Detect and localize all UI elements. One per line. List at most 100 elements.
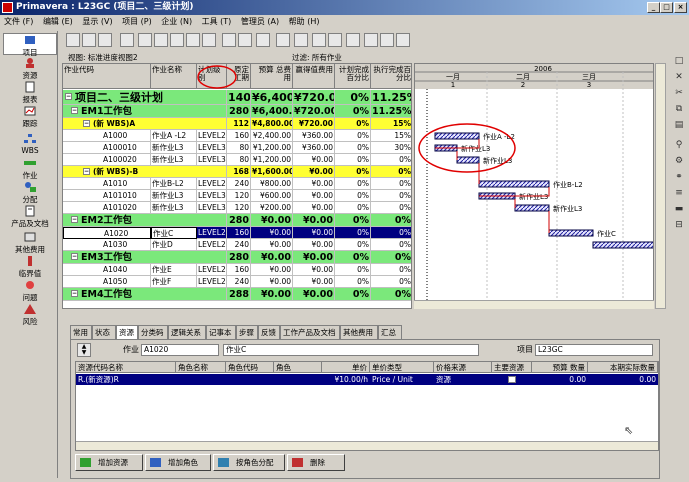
cell-code[interactable]: EM4工作包 [63, 288, 227, 301]
menu-project[interactable]: 项目 (P) [122, 17, 152, 26]
collapse-icon[interactable]: − [71, 107, 78, 114]
wbs-row[interactable]: (新 WBS)A 112 ¥4,800.00 ¥720.00 0% 15% − [63, 118, 411, 130]
cell-earned[interactable]: ¥0.00 [293, 251, 335, 264]
scale-icon[interactable] [202, 33, 216, 47]
sidebar-item-activity[interactable]: 作业 [3, 157, 57, 180]
cell-dur[interactable]: 280 [227, 251, 251, 264]
table-row[interactable]: A101020 新作业L3 LEVEL3 120 ¥200.00 ¥0.00 0% 0% [63, 202, 411, 214]
tab-10[interactable]: 汇总 [378, 325, 402, 339]
table-icon[interactable] [82, 33, 96, 47]
cell-done[interactable]: 0% [371, 178, 411, 190]
cell-dur[interactable]: 160 [227, 264, 251, 276]
cell-done[interactable]: 0% [371, 190, 411, 202]
res-row-actual[interactable]: 0.00 [588, 374, 658, 385]
cell-dur[interactable]: 160 [227, 130, 251, 142]
cell-earned[interactable]: ¥0.00 [293, 276, 335, 288]
cell-name[interactable]: 作业F [151, 276, 197, 288]
sidebar-item-resource[interactable]: 资源 [3, 57, 57, 80]
collapse-icon[interactable]: − [71, 290, 78, 297]
cell-earned[interactable]: ¥0.00 [293, 166, 335, 178]
cell-done[interactable]: 30% [371, 142, 411, 154]
res-col-role-name[interactable]: 角色名称 [176, 362, 226, 373]
cell-earned[interactable]: ¥0.00 [293, 190, 335, 202]
resource-horizontal-scrollbar[interactable] [76, 441, 658, 450]
vertical-scrollbar[interactable] [655, 63, 666, 309]
table-row[interactable]: A1000 作业A -L2 LEVEL2 160 ¥2,400.00 ¥360.00 0% 1… [63, 130, 411, 142]
primary-checkbox[interactable] [508, 376, 516, 383]
schedule-icon[interactable] [312, 33, 326, 47]
cell-dur[interactable]: 240 [227, 239, 251, 251]
cell-budget[interactable]: ¥600.00 [251, 190, 293, 202]
cell-earned[interactable]: ¥0.00 [293, 214, 335, 227]
cell-plan[interactable]: 0% [335, 90, 371, 105]
col-header-name[interactable]: 作业名称 [151, 64, 197, 89]
cell-code[interactable]: A1030 [63, 239, 151, 251]
cell-budget[interactable]: ¥1,200.00 [251, 154, 293, 166]
menu-tools[interactable]: 工具 (T) [202, 17, 232, 26]
cell-plan[interactable]: 0% [335, 264, 371, 276]
collapse-icon[interactable]: − [71, 216, 78, 223]
wbs-row[interactable]: EM1工作包280¥6,400.00¥720.000%11.25% − [63, 105, 411, 118]
gantt-bar[interactable] [478, 180, 550, 188]
tab-1[interactable]: 状态 [92, 325, 116, 339]
res-row-price-type[interactable]: Price / Unit [370, 374, 434, 385]
cell-budget[interactable]: ¥6,400.00 [251, 90, 293, 105]
cell-plan[interactable]: 0% [335, 130, 371, 142]
cell-plan[interactable]: 0% [335, 288, 371, 301]
cell-code[interactable]: A1050 [63, 276, 151, 288]
res-row-source[interactable]: 资源 [434, 374, 492, 385]
cell-level[interactable]: LEVEL3 [197, 142, 227, 154]
tab-8[interactable]: 工作产品及文档 [280, 325, 340, 339]
cell-budget[interactable]: ¥6,400.00 [251, 105, 293, 118]
cell-level[interactable]: LEVEL2 [197, 178, 227, 190]
collapse-icon[interactable]: − [71, 253, 78, 260]
cell-budget[interactable]: ¥0.00 [251, 264, 293, 276]
res-row-price[interactable]: ¥10.00/h [322, 374, 370, 385]
level-icon[interactable] [328, 33, 342, 47]
cell-plan[interactable]: 0% [335, 166, 371, 178]
cell-level[interactable]: LEVEL2 [197, 130, 227, 142]
cell-name[interactable]: 作业B-L2 [151, 178, 197, 190]
cell-budget[interactable]: ¥0.00 [251, 214, 293, 227]
collapse-icon[interactable]: − [83, 168, 90, 175]
dissolve-icon[interactable]: ▬ [673, 204, 685, 214]
table-row[interactable]: A1010 作业B-L2 LEVEL2 240 ¥800.00 ¥0.00 0% 0% [63, 178, 411, 190]
cell-name[interactable]: 新作业L3 [151, 190, 197, 202]
res-col-price-source[interactable]: 价格来源 [434, 362, 492, 373]
cell-plan[interactable]: 0% [335, 276, 371, 288]
cell-earned[interactable]: ¥0.00 [293, 288, 335, 301]
cell-earned[interactable]: ¥720.00 [293, 118, 335, 130]
sidebar-item-assignment[interactable]: 分配 [3, 181, 57, 204]
col-header-done-pct[interactable]: 执行完成百分比 [371, 64, 411, 89]
cell-done[interactable]: 15% [371, 130, 411, 142]
cell-budget[interactable]: ¥0.00 [251, 227, 293, 239]
sort-icon[interactable] [170, 33, 184, 47]
tab-6[interactable]: 步骤 [236, 325, 258, 339]
cell-done[interactable]: 11.25% [371, 90, 411, 105]
gantt-horizontal-scrollbar[interactable] [414, 300, 654, 309]
cell-plan[interactable]: 0% [335, 190, 371, 202]
tab-9[interactable]: 其他费用 [340, 325, 378, 339]
cell-code[interactable]: A101010 [63, 190, 151, 202]
cell-done[interactable]: 0% [371, 214, 411, 227]
layout-icon[interactable] [66, 33, 80, 47]
res-col-budget-qty[interactable]: 预算 数量 [532, 362, 588, 373]
copy-icon[interactable]: ⧉ [673, 104, 685, 114]
menu-enterprise[interactable]: 企业 (N) [161, 17, 192, 26]
zoom-fit-icon[interactable] [396, 33, 410, 47]
table-row[interactable]: A1020 作业C LEVEL2 160 ¥0.00 ¥0.00 0% 0% [63, 227, 411, 239]
cell-plan[interactable]: 0% [335, 178, 371, 190]
cell-plan[interactable]: 0% [335, 142, 371, 154]
cell-done[interactable]: 0% [371, 202, 411, 214]
cell-plan[interactable]: 0% [335, 239, 371, 251]
cell-plan[interactable]: 0% [335, 227, 371, 239]
sidebar-item-issues[interactable]: 问题 [3, 279, 57, 302]
delete-icon[interactable]: ✕ [673, 72, 685, 82]
table-row[interactable]: A100020 新作业L3 LEVEL3 80 ¥1,200.00 ¥0.00 0% 0% [63, 154, 411, 166]
cell-earned[interactable]: ¥0.00 [293, 154, 335, 166]
res-row-primary[interactable] [492, 374, 532, 385]
cell-dur[interactable]: 280 [227, 214, 251, 227]
cell-level[interactable]: LEVEL2 [197, 264, 227, 276]
maximize-button[interactable]: □ [660, 2, 673, 13]
cell-code[interactable]: A101020 [63, 202, 151, 214]
